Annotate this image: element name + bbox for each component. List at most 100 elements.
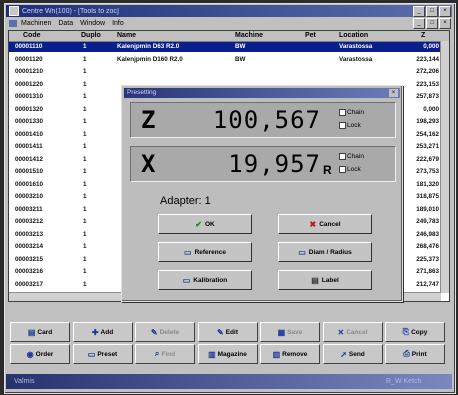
z-lock-checkbox[interactable]: Lock bbox=[339, 122, 361, 129]
reference-icon: ▭ bbox=[184, 247, 192, 257]
magazine-button-label: Magazine bbox=[217, 350, 247, 358]
cell-duplo: 1 bbox=[83, 243, 87, 250]
mdi-close-button[interactable]: × bbox=[439, 17, 451, 29]
cell-z: 318,875 bbox=[416, 193, 439, 200]
card-button[interactable]: ▤ Card bbox=[10, 322, 70, 342]
cell-code: 00001411 bbox=[15, 143, 43, 150]
menu-machinen[interactable]: Machinen bbox=[21, 20, 51, 27]
kalibration-icon: ▭ bbox=[182, 275, 191, 285]
cell-duplo: 1 bbox=[83, 105, 87, 113]
add-button[interactable]: ✚ Add bbox=[72, 322, 133, 342]
remove-icon: ▥ bbox=[272, 349, 281, 359]
magazine-button[interactable]: ▥ Magazine bbox=[197, 344, 258, 364]
print-button-label: Print bbox=[411, 350, 427, 358]
column-header-name[interactable]: Name bbox=[117, 32, 136, 39]
add-icon: ✚ bbox=[91, 327, 99, 337]
cancel-button[interactable]: ✕ Cancel bbox=[322, 322, 383, 342]
cell-duplo: 1 bbox=[83, 130, 87, 138]
reference-button[interactable]: ▭ Reference bbox=[158, 242, 252, 262]
column-header-z[interactable]: Z bbox=[421, 32, 425, 39]
adapter-label: Adapter: 1 bbox=[160, 195, 211, 207]
ok-button[interactable]: ✔ OK bbox=[158, 214, 252, 234]
save-button-label: Save bbox=[287, 328, 303, 336]
minimize-button[interactable]: _ bbox=[413, 5, 425, 17]
cell-name: Kalenjpmin D63 R2.0 bbox=[117, 43, 180, 50]
copy-icon: ⎘ bbox=[402, 327, 410, 336]
copy-button-label: Copy bbox=[411, 328, 428, 336]
cell-code: 00001330 bbox=[15, 118, 44, 125]
dialog-close-button[interactable]: × bbox=[389, 89, 398, 97]
cell-z: 225,373 bbox=[416, 255, 439, 263]
cancel-x-icon: ✖ bbox=[309, 219, 317, 229]
radius-indicator: R bbox=[323, 163, 332, 177]
cell-z: 268,476 bbox=[416, 243, 439, 250]
cell-code: 00003210 bbox=[15, 193, 44, 200]
toolbar: ▤ Card ✚ Add ✎ Delete ✎ Edit ▦ Save ✕ Cancel ⎘ Copy ◉ O… bbox=[8, 322, 448, 366]
order-icon: ◉ bbox=[26, 349, 34, 359]
cell-duplo: 1 bbox=[83, 143, 87, 150]
remove-button[interactable]: ▥ Remove bbox=[260, 344, 320, 364]
column-header-code[interactable]: Code bbox=[23, 32, 41, 39]
diam-radius-button-label: Diam / Radius bbox=[308, 248, 352, 256]
vertical-scrollbar[interactable] bbox=[440, 41, 449, 293]
cell-z: 223,153 bbox=[416, 80, 439, 88]
find-icon: ⌕ bbox=[154, 349, 160, 358]
x-axis-label: X bbox=[141, 150, 156, 178]
cell-code: 00001120 bbox=[15, 55, 43, 63]
diam-radius-button[interactable]: ▭ Diam / Radius bbox=[278, 242, 372, 262]
status-bar: Valmis R_W Ketch bbox=[6, 374, 452, 389]
cell-z: 222,679 bbox=[416, 155, 439, 163]
column-header-duplo[interactable]: Duplo bbox=[81, 32, 101, 39]
cell-z: 212,747 bbox=[416, 280, 439, 288]
order-button[interactable]: ◉ Order bbox=[10, 344, 70, 364]
cell-name: Kalenjpmin D160 R2.0 bbox=[117, 55, 183, 63]
table-row[interactable]: 00001110 1 Kalenjpmin D63 R2.0 BW Varastossa… bbox=[9, 42, 449, 52]
column-header-machine[interactable]: Machine bbox=[235, 32, 263, 39]
x-chain-checkbox[interactable]: Chain bbox=[339, 153, 364, 160]
copy-button[interactable]: ⎘ Copy bbox=[385, 322, 445, 342]
print-button[interactable]: ⎙ Print bbox=[385, 344, 445, 364]
menu-data[interactable]: Data bbox=[58, 20, 73, 27]
save-icon: ▦ bbox=[277, 327, 286, 337]
maximize-button[interactable]: □ bbox=[426, 5, 438, 17]
dialog-title: Presetting bbox=[127, 89, 157, 96]
x-lock-checkbox[interactable]: Lock bbox=[339, 166, 361, 173]
save-button[interactable]: ▦ Save bbox=[260, 322, 320, 342]
delete-button[interactable]: ✎ Delete bbox=[135, 322, 195, 342]
cell-z: 271,863 bbox=[416, 268, 439, 275]
cell-location: Varastossa bbox=[339, 55, 373, 63]
edit-button[interactable]: ✎ Edit bbox=[197, 322, 258, 342]
column-header-location[interactable]: Location bbox=[339, 32, 368, 39]
find-button[interactable]: ⌕ Find bbox=[135, 344, 195, 364]
cell-code: 00001210 bbox=[15, 68, 44, 75]
cancel-button[interactable]: ✖ Cancel bbox=[278, 214, 372, 234]
cell-duplo: 1 bbox=[83, 218, 87, 225]
cell-code: 00003216 bbox=[15, 268, 44, 275]
cell-code: 00001310 bbox=[15, 93, 44, 100]
cell-code: 00001412 bbox=[15, 155, 44, 163]
send-button[interactable]: ➚ Send bbox=[322, 344, 383, 364]
cell-z: 257,873 bbox=[416, 93, 439, 100]
x-lock-label: Lock bbox=[347, 166, 361, 173]
cell-duplo: 1 bbox=[83, 168, 87, 175]
preset-button[interactable]: ▭ Preset bbox=[72, 344, 133, 364]
cell-z: 181,320 bbox=[416, 180, 439, 188]
mdi-minimize-button[interactable]: _ bbox=[413, 17, 425, 29]
label-button[interactable]: ▤ Label bbox=[278, 270, 372, 290]
cell-duplo: 1 bbox=[83, 230, 87, 238]
z-chain-checkbox[interactable]: Chain bbox=[339, 109, 364, 116]
kalibration-button[interactable]: ▭ Kalibration bbox=[158, 270, 252, 290]
ok-button-label: OK bbox=[204, 220, 215, 228]
cell-z: 223,144 bbox=[416, 55, 439, 63]
close-button[interactable]: × bbox=[439, 5, 451, 17]
menu-window[interactable]: Window bbox=[80, 20, 105, 27]
mdi-restore-button[interactable]: □ bbox=[426, 17, 438, 29]
cell-machine: BW bbox=[235, 55, 246, 63]
table-row[interactable]: 00001210 1 272,206 bbox=[9, 67, 449, 77]
print-icon: ⎙ bbox=[403, 349, 410, 358]
status-user: R_W Ketch bbox=[386, 378, 422, 385]
table-row[interactable]: 00001120 1 Kalenjpmin D160 R2.0 BW Varastoss… bbox=[9, 55, 449, 65]
menu-info[interactable]: Info bbox=[112, 20, 124, 27]
column-header-pet[interactable]: Pet bbox=[305, 32, 316, 39]
cell-z: 253,271 bbox=[416, 143, 439, 150]
